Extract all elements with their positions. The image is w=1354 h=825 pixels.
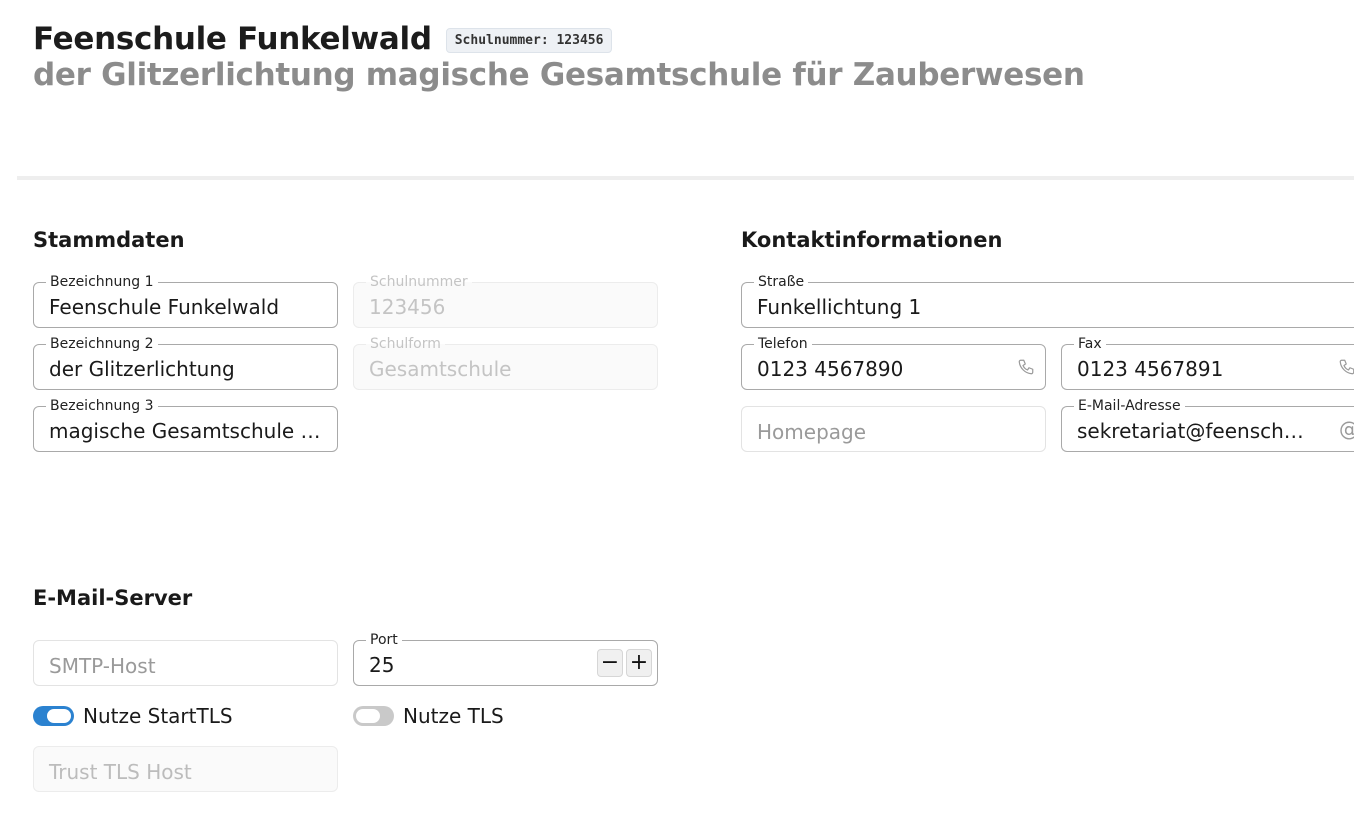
port-decrement-button[interactable]: − xyxy=(597,649,623,677)
strasse-input[interactable]: Funkellichtung 1 xyxy=(757,294,1318,320)
phone-icon xyxy=(1336,356,1354,378)
bezeichnung1-label: Bezeichnung 1 xyxy=(46,274,158,290)
email-input[interactable]: sekretariat@feenschule-funkelwald.de xyxy=(1077,418,1308,444)
at-icon: @ xyxy=(1338,417,1354,441)
bezeichnung3-label: Bezeichnung 3 xyxy=(46,398,158,414)
starttls-toggle-row[interactable]: Nutze StartTLS xyxy=(33,704,233,728)
trust-tls-host-field: Trust TLS Host xyxy=(33,746,338,792)
fax-label: Fax xyxy=(1074,336,1106,352)
email-field[interactable]: E-Mail-Adresse sekretariat@feenschule-fu… xyxy=(1061,398,1354,452)
tls-label[interactable]: Nutze TLS xyxy=(403,704,504,728)
fax-input[interactable]: 0123 4567891 xyxy=(1077,356,1318,382)
port-stepper: − + xyxy=(597,649,652,677)
section-title-stammdaten: Stammdaten xyxy=(33,228,185,252)
page-title: Feenschule Funkelwald xyxy=(33,21,432,57)
bezeichnung2-field[interactable]: Bezeichnung 2 der Glitzerlichtung xyxy=(33,336,338,390)
telefon-label: Telefon xyxy=(754,336,812,352)
starttls-toggle[interactable] xyxy=(33,706,74,726)
schulform-input: Gesamtschule xyxy=(369,357,512,381)
schulnummer-badge: Schulnummer: 123456 xyxy=(445,28,613,53)
port-field[interactable]: Port 25 − + xyxy=(353,632,658,686)
schulnummer-field: Schulnummer 123456 xyxy=(353,274,658,328)
email-label: E-Mail-Adresse xyxy=(1074,398,1185,414)
telefon-field[interactable]: Telefon 0123 4567890 xyxy=(741,336,1046,390)
trust-tls-host-placeholder: Trust TLS Host xyxy=(49,760,192,784)
bezeichnung1-input[interactable]: Feenschule Funkelwald xyxy=(49,294,325,320)
bezeichnung2-input[interactable]: der Glitzerlichtung xyxy=(49,356,325,382)
bezeichnung2-label: Bezeichnung 2 xyxy=(46,336,158,352)
bezeichnung3-input[interactable]: magische Gesamtschule für Zauberwesen xyxy=(49,418,323,444)
smtp-host-placeholder[interactable]: SMTP-Host xyxy=(49,653,156,679)
strasse-field[interactable]: Straße Funkellichtung 1 xyxy=(741,274,1354,328)
bezeichnung3-field[interactable]: Bezeichnung 3 magische Gesamtschule für … xyxy=(33,398,338,452)
tls-toggle[interactable] xyxy=(353,706,394,726)
page-header: Feenschule Funkelwald Schulnummer: 12345… xyxy=(33,20,1085,93)
section-title-kontakt: Kontaktinformationen xyxy=(741,228,1003,252)
telefon-input[interactable]: 0123 4567890 xyxy=(757,356,1009,382)
title-row: Feenschule Funkelwald Schulnummer: 12345… xyxy=(33,20,1085,58)
strasse-label: Straße xyxy=(754,274,809,290)
port-increment-button[interactable]: + xyxy=(626,649,652,677)
section-title-mailserver: E-Mail-Server xyxy=(33,586,193,610)
bezeichnung1-field[interactable]: Bezeichnung 1 Feenschule Funkelwald xyxy=(33,274,338,328)
page-subtitle: der Glitzerlichtung magische Gesamtschul… xyxy=(33,57,1085,93)
header-divider xyxy=(17,176,1354,180)
port-label: Port xyxy=(366,632,402,648)
homepage-field[interactable]: Homepage xyxy=(741,406,1046,452)
toggle-knob xyxy=(356,709,380,723)
smtp-host-field[interactable]: SMTP-Host xyxy=(33,640,338,686)
toggle-knob xyxy=(47,709,71,723)
homepage-placeholder[interactable]: Homepage xyxy=(757,419,866,445)
tls-toggle-row[interactable]: Nutze TLS xyxy=(353,704,504,728)
fax-field[interactable]: Fax 0123 4567891 xyxy=(1061,336,1354,390)
schulform-label: Schulform xyxy=(366,336,445,352)
starttls-label[interactable]: Nutze StartTLS xyxy=(83,704,233,728)
schulform-field: Schulform Gesamtschule xyxy=(353,336,658,390)
schulnummer-label: Schulnummer xyxy=(366,274,472,290)
schulnummer-input: 123456 xyxy=(369,295,446,319)
phone-icon xyxy=(1015,356,1037,378)
port-input[interactable]: 25 xyxy=(369,652,577,678)
